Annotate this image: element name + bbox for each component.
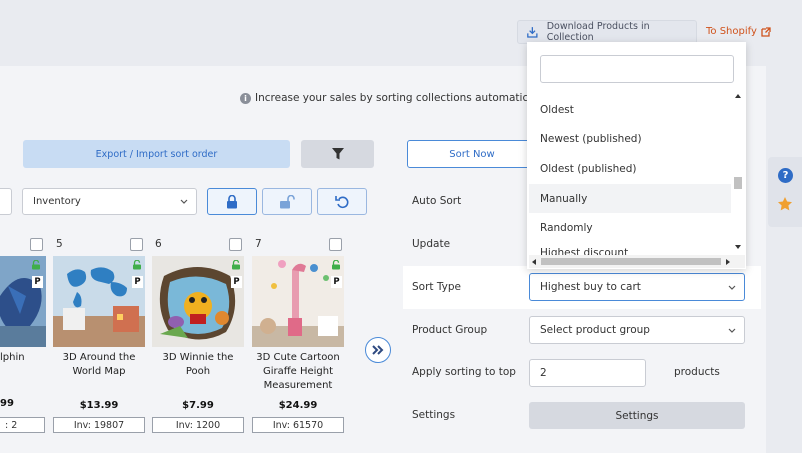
lock-button[interactable]	[207, 188, 257, 215]
undo-icon	[335, 195, 349, 208]
reset-button[interactable]	[317, 188, 367, 215]
product-group-select[interactable]: Select product group	[529, 316, 745, 344]
shopify-label: To Shopify	[706, 26, 757, 37]
product-price: $13.99	[79, 400, 119, 411]
inventory-select-value: Inventory	[33, 196, 81, 207]
filter-icon	[331, 148, 344, 160]
green-lock-icon	[132, 259, 142, 270]
product-name-line: Measurement	[263, 380, 333, 391]
horizontal-scroll-thumb[interactable]	[541, 258, 721, 265]
product-group-label: Product Group	[412, 324, 488, 336]
next-page-button[interactable]	[365, 337, 391, 363]
info-text: Increase your sales by sorting collectio…	[255, 92, 557, 104]
sort-type-select[interactable]: Highest buy to cart	[529, 273, 745, 301]
product-price: $24.99	[278, 400, 318, 411]
product-name-line: 3D Around the	[62, 352, 136, 363]
chevron-down-icon	[728, 285, 736, 290]
products-unit-label: products	[674, 366, 720, 378]
product-name-line: 3D Winnie the	[162, 352, 234, 363]
scroll-up-arrow-icon	[735, 94, 741, 98]
dropdown-option[interactable]: Oldest	[529, 95, 731, 124]
product-inventory: Inv: 19807	[53, 417, 145, 433]
external-link-icon	[761, 26, 771, 37]
download-icon	[527, 26, 538, 38]
double-chevron-right-icon	[372, 345, 384, 355]
filter-button[interactable]	[301, 140, 374, 168]
inventory-select[interactable]: Inventory	[22, 188, 197, 215]
product-card[interactable]: 7 P 3D Cute Cartoon Giraffe Height Measu…	[252, 237, 344, 437]
product-price: $7.99	[182, 400, 214, 411]
apply-top-input[interactable]: 2	[529, 359, 646, 387]
dropdown-vertical-scrollbar[interactable]	[731, 90, 745, 255]
product-name-line: Giraffe Height	[262, 366, 334, 377]
product-card[interactable]: P lphin 99 : 2	[0, 237, 46, 437]
settings-button[interactable]: Settings	[529, 402, 745, 429]
chevron-down-icon	[180, 199, 188, 204]
vertical-scroll-thumb[interactable]	[734, 177, 742, 189]
apply-top-label: Apply sorting to top	[412, 366, 516, 378]
scroll-right-arrow-icon	[726, 259, 730, 265]
dropdown-option-partial[interactable]: Highest discount	[529, 243, 731, 255]
product-name-line: 3D Cute Cartoon	[256, 352, 340, 363]
scroll-down-arrow-icon	[735, 245, 741, 249]
unlock-button[interactable]	[262, 188, 312, 215]
dropdown-search-input[interactable]	[540, 55, 734, 83]
partial-option-text: Highest discount	[540, 247, 629, 255]
product-position: 5	[56, 238, 63, 250]
lock-icon	[227, 194, 237, 208]
sort-now-button[interactable]: Sort Now	[407, 140, 537, 168]
sort-type-value: Highest buy to cart	[540, 281, 641, 293]
inventory-text: : 2	[5, 419, 18, 431]
product-inventory: Inv: 1200	[152, 417, 244, 433]
download-products-button[interactable]: Download Products in Collection	[517, 20, 697, 44]
product-checkbox[interactable]	[130, 238, 143, 251]
auto-sort-label: Auto Sort	[412, 195, 462, 207]
partial-select[interactable]	[0, 188, 12, 215]
info-banner: i Increase your sales by sorting collect…	[240, 92, 557, 104]
unlock-icon	[280, 194, 295, 208]
green-lock-icon	[331, 259, 341, 270]
product-group-value: Select product group	[540, 324, 650, 336]
dropdown-horizontal-scrollbar[interactable]	[529, 255, 745, 268]
product-card[interactable]: 5 P 3D Around the World Map $13.99 Inv: …	[53, 237, 145, 437]
dropdown-option[interactable]: Oldest (published)	[529, 154, 731, 183]
settings-label: Settings	[412, 409, 456, 421]
product-position: 7	[255, 238, 262, 250]
product-checkbox[interactable]	[329, 238, 342, 251]
chevron-down-icon	[728, 328, 736, 333]
product-price: 99	[0, 398, 14, 409]
scroll-left-arrow-icon	[532, 259, 536, 265]
product-name: lphin	[0, 352, 25, 363]
product-checkbox[interactable]	[229, 238, 242, 251]
p-badge: P	[231, 276, 242, 288]
download-label: Download Products in Collection	[546, 21, 650, 43]
product-position: 6	[155, 238, 162, 250]
to-shopify-link[interactable]: To Shopify	[706, 26, 771, 37]
green-lock-icon	[31, 259, 41, 270]
info-icon: i	[240, 92, 251, 104]
product-checkbox[interactable]	[30, 238, 43, 251]
dropdown-option-highlighted[interactable]: Manually	[529, 184, 731, 213]
product-name-line: World Map	[72, 366, 126, 377]
dropdown-option[interactable]: Randomly	[529, 213, 731, 242]
p-badge: P	[32, 276, 43, 288]
product-inventory: : 2	[0, 417, 45, 433]
star-icon[interactable]	[777, 196, 793, 215]
green-lock-icon	[231, 259, 241, 270]
product-name-line: Pooh	[185, 366, 211, 377]
product-inventory: Inv: 61570	[252, 417, 344, 433]
sort-type-label: Sort Type	[412, 281, 461, 293]
p-badge: P	[331, 276, 342, 288]
product-card[interactable]: 6 P 3D Winnie the Pooh $7.99 Inv: 1200	[152, 237, 244, 437]
update-label: Update	[412, 238, 451, 250]
dropdown-option[interactable]: Newest (published)	[529, 124, 731, 153]
help-icon[interactable]: ?	[778, 168, 793, 183]
export-import-button[interactable]: Export / Import sort order	[23, 140, 290, 168]
p-badge: P	[132, 276, 143, 288]
